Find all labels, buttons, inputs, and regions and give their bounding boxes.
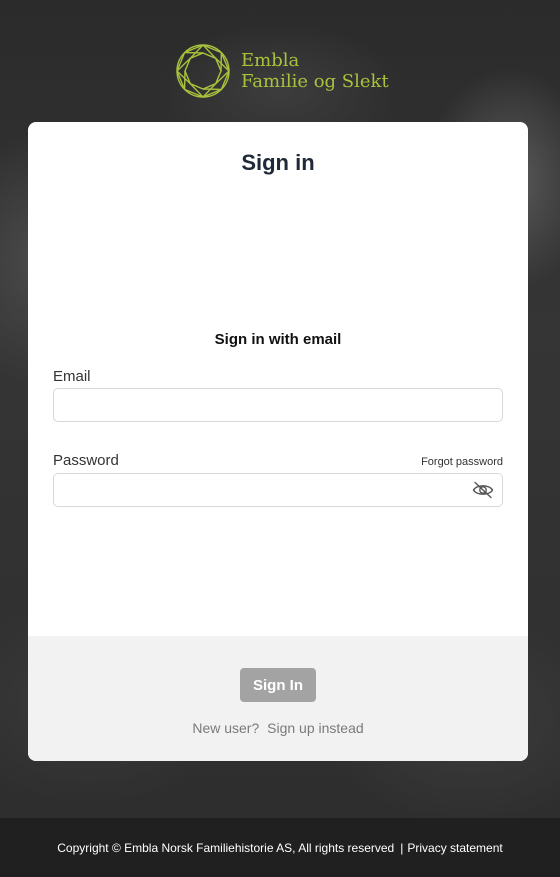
page-footer: Copyright © Embla Norsk Familiehistorie … — [0, 818, 560, 877]
brand-wordmark: Embla Familie og Slekt — [241, 50, 389, 92]
password-label: Password — [53, 452, 119, 469]
copyright-text: Copyright © Embla Norsk Familiehistorie … — [57, 840, 395, 855]
footer-separator: | — [400, 840, 404, 855]
forgot-password-link[interactable]: Forgot password — [421, 456, 503, 468]
brand-name-line1: Embla — [241, 50, 300, 71]
sign-in-card: Sign in Sign in with email Email Passwor… — [28, 122, 528, 761]
email-field[interactable] — [53, 388, 503, 422]
new-user-text: New user? — [192, 720, 260, 736]
signup-row: New user? Sign up instead — [28, 720, 528, 736]
card-footer: Sign In New user? Sign up instead — [28, 636, 528, 761]
sign-in-button[interactable]: Sign In — [240, 668, 316, 702]
eye-off-icon[interactable] — [472, 481, 494, 499]
brand-logo[interactable]: Embla Familie og Slekt — [175, 42, 389, 100]
password-field[interactable] — [53, 473, 503, 507]
email-section-heading: Sign in with email — [214, 331, 342, 348]
email-label: Email — [53, 368, 91, 385]
page-title: Sign in — [241, 150, 315, 175]
privacy-statement-link[interactable]: Privacy statement — [407, 841, 502, 855]
gem-logo-icon — [176, 44, 230, 98]
brand-name-line2: Familie og Slekt — [241, 71, 389, 92]
sign-up-link[interactable]: Sign up instead — [267, 720, 364, 736]
